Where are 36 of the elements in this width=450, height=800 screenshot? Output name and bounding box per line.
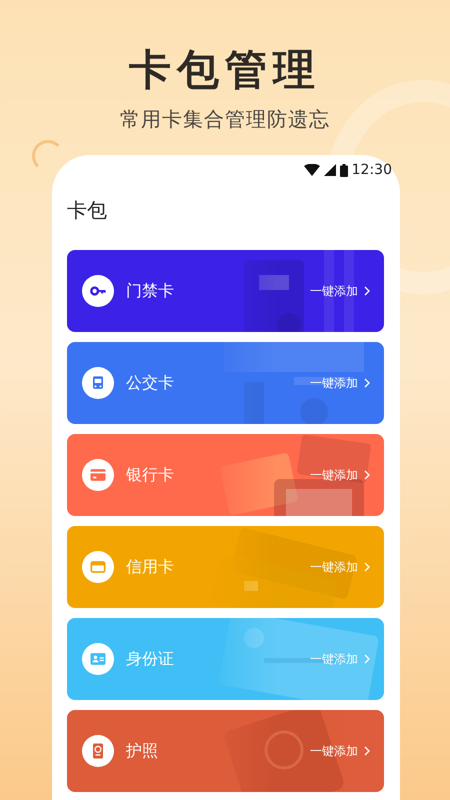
subheadline: 常用卡集合管理防遗忘 xyxy=(120,106,330,133)
card-item[interactable]: 身份证 一键添加 xyxy=(67,618,384,700)
wifi-icon xyxy=(304,164,320,176)
chevron-icon xyxy=(364,378,370,388)
card-item[interactable]: 银行卡 一键添加 xyxy=(67,434,384,516)
card-type-icon xyxy=(82,459,114,491)
card-item[interactable]: 信用卡 一键添加 xyxy=(67,526,384,608)
card-name: 门禁卡 xyxy=(126,280,175,302)
add-link[interactable]: 一键添加 xyxy=(310,650,358,668)
card-name: 银行卡 xyxy=(126,464,175,486)
page-title: 卡包 xyxy=(67,197,107,224)
card-type-icon xyxy=(82,275,114,307)
card-type-icon xyxy=(82,643,114,675)
chevron-icon xyxy=(364,470,370,480)
card-name: 身份证 xyxy=(126,648,175,670)
add-link[interactable]: 一键添加 xyxy=(310,282,358,300)
add-link[interactable]: 一键添加 xyxy=(310,374,358,392)
card-name: 公交卡 xyxy=(126,372,175,394)
add-link[interactable]: 一键添加 xyxy=(310,742,358,760)
chevron-icon xyxy=(364,562,370,572)
card-name: 护照 xyxy=(126,740,159,762)
chevron-icon xyxy=(364,654,370,664)
card-item[interactable]: 护照 一键添加 xyxy=(67,710,384,792)
card-type-icon xyxy=(82,735,114,767)
card-item[interactable]: 门禁卡 一键添加 xyxy=(67,250,384,332)
headline: 卡包管理 xyxy=(129,44,321,96)
card-type-icon xyxy=(82,367,114,399)
battery-icon xyxy=(340,164,348,176)
card-item[interactable]: 公交卡 一键添加 xyxy=(67,342,384,424)
chevron-icon xyxy=(364,746,370,756)
status-time: 12:30 xyxy=(352,162,392,178)
add-link[interactable]: 一键添加 xyxy=(310,558,358,576)
card-type-icon xyxy=(82,551,114,583)
signal-icon xyxy=(324,164,336,176)
chevron-icon xyxy=(364,286,370,296)
card-name: 信用卡 xyxy=(126,556,175,578)
